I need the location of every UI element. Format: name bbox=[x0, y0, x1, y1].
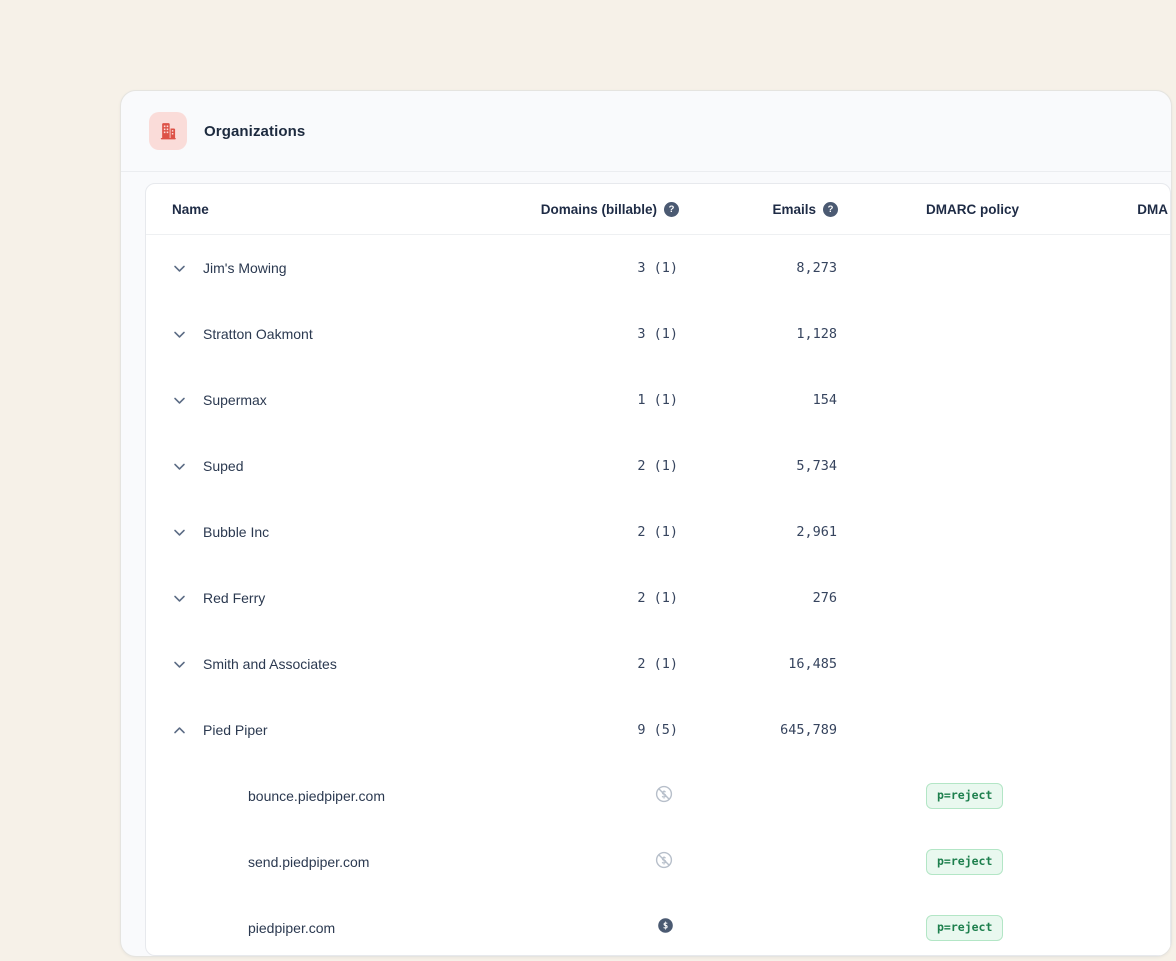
domain-row[interactable]: bounce.piedpiper.com $ p=reject bbox=[146, 763, 1170, 829]
domain-row[interactable]: piedpiper.com $ p=reject bbox=[146, 895, 1170, 956]
emails-value: 2,961 bbox=[679, 524, 838, 540]
column-header-emails: Emails ? bbox=[679, 202, 838, 217]
row-name: Supermax bbox=[203, 392, 267, 408]
billable-status-cell: $ bbox=[519, 850, 679, 875]
domains-value: 2 (1) bbox=[519, 590, 679, 606]
org-row[interactable]: Stratton Oakmont 3 (1) 1,128 bbox=[146, 301, 1170, 367]
column-header-domains-label: Domains (billable) bbox=[541, 202, 657, 217]
panel-header: Organizations bbox=[121, 91, 1171, 172]
page: { "panel": { "title": "Organizations", "… bbox=[0, 0, 1176, 961]
domains-value: 1 (1) bbox=[519, 392, 679, 408]
org-row[interactable]: Smith and Associates 2 (1) 16,485 bbox=[146, 631, 1170, 697]
svg-text:$: $ bbox=[663, 922, 668, 932]
org-name-cell: Red Ferry bbox=[146, 590, 519, 606]
org-name-cell: Jim's Mowing bbox=[146, 260, 519, 276]
org-row[interactable]: Pied Piper 9 (5) 645,789 bbox=[146, 697, 1170, 763]
column-header-dmarc-clipped-label: DMA bbox=[1137, 202, 1168, 217]
domains-value: 2 (1) bbox=[519, 656, 679, 672]
organizations-table: Name Domains (billable) ? Emails ? DMARC… bbox=[145, 183, 1171, 956]
organizations-building-icon bbox=[149, 112, 187, 150]
dmarc-policy-cell: p=reject bbox=[838, 849, 1084, 875]
org-name-cell: Stratton Oakmont bbox=[146, 326, 519, 342]
dmarc-badge: p=reject bbox=[926, 915, 1003, 941]
billable-icon: $ bbox=[657, 917, 674, 939]
not-billable-icon: $ bbox=[654, 784, 674, 809]
row-name: Bubble Inc bbox=[203, 524, 269, 540]
not-billable-icon: $ bbox=[654, 850, 674, 875]
subrow-name: bounce.piedpiper.com bbox=[248, 788, 385, 804]
org-name-cell: Supermax bbox=[146, 392, 519, 408]
org-row[interactable]: Red Ferry 2 (1) 276 bbox=[146, 565, 1170, 631]
row-name: Suped bbox=[203, 458, 243, 474]
domains-value: 2 (1) bbox=[519, 524, 679, 540]
expand-chevron-icon[interactable] bbox=[172, 591, 187, 606]
table-body: Jim's Mowing 3 (1) 8,273 Stratton Oakmon… bbox=[146, 235, 1170, 956]
expand-chevron-icon[interactable] bbox=[172, 525, 187, 540]
row-name: Pied Piper bbox=[203, 722, 268, 738]
emails-value: 16,485 bbox=[679, 656, 838, 672]
domains-value: 2 (1) bbox=[519, 458, 679, 474]
dmarc-policy-cell: p=reject bbox=[838, 783, 1084, 809]
emails-value: 154 bbox=[679, 392, 838, 408]
row-name: Smith and Associates bbox=[203, 656, 337, 672]
row-name: Jim's Mowing bbox=[203, 260, 287, 276]
domain-row[interactable]: send.piedpiper.com $ p=reject bbox=[146, 829, 1170, 895]
expand-chevron-icon[interactable] bbox=[172, 723, 187, 738]
expand-chevron-icon[interactable] bbox=[172, 261, 187, 276]
organizations-panel: Organizations Name Domains (billable) ? … bbox=[120, 90, 1172, 957]
column-header-name-label: Name bbox=[172, 202, 209, 217]
org-name-cell: Bubble Inc bbox=[146, 524, 519, 540]
column-header-domains: Domains (billable) ? bbox=[519, 202, 679, 217]
dmarc-badge: p=reject bbox=[926, 849, 1003, 875]
domains-value: 9 (5) bbox=[519, 722, 679, 738]
row-name: Stratton Oakmont bbox=[203, 326, 313, 342]
column-header-dmarc-clipped: DMA bbox=[1084, 202, 1170, 217]
column-header-dmarc-policy-label: DMARC policy bbox=[926, 202, 1019, 217]
expand-chevron-icon[interactable] bbox=[172, 327, 187, 342]
emails-help-icon[interactable]: ? bbox=[823, 202, 838, 217]
domains-help-icon[interactable]: ? bbox=[664, 202, 679, 217]
domains-value: 3 (1) bbox=[519, 326, 679, 342]
column-header-name: Name bbox=[146, 202, 519, 217]
dmarc-policy-cell: p=reject bbox=[838, 915, 1084, 941]
domain-name-cell: bounce.piedpiper.com bbox=[146, 788, 519, 804]
expand-chevron-icon[interactable] bbox=[172, 657, 187, 672]
expand-chevron-icon[interactable] bbox=[172, 459, 187, 474]
expand-chevron-icon[interactable] bbox=[172, 393, 187, 408]
org-row[interactable]: Jim's Mowing 3 (1) 8,273 bbox=[146, 235, 1170, 301]
domain-name-cell: send.piedpiper.com bbox=[146, 854, 519, 870]
org-row[interactable]: Supermax 1 (1) 154 bbox=[146, 367, 1170, 433]
billable-status-cell: $ bbox=[519, 784, 679, 809]
emails-value: 276 bbox=[679, 590, 838, 606]
table-header-row: Name Domains (billable) ? Emails ? DMARC… bbox=[146, 184, 1170, 235]
billable-status-cell: $ bbox=[519, 917, 679, 939]
emails-value: 8,273 bbox=[679, 260, 838, 276]
org-row[interactable]: Suped 2 (1) 5,734 bbox=[146, 433, 1170, 499]
org-name-cell: Suped bbox=[146, 458, 519, 474]
dmarc-badge: p=reject bbox=[926, 783, 1003, 809]
org-name-cell: Pied Piper bbox=[146, 722, 519, 738]
org-name-cell: Smith and Associates bbox=[146, 656, 519, 672]
panel-title: Organizations bbox=[204, 123, 305, 140]
emails-value: 645,789 bbox=[679, 722, 838, 738]
column-header-dmarc-policy: DMARC policy bbox=[838, 202, 1084, 217]
emails-value: 5,734 bbox=[679, 458, 838, 474]
emails-value: 1,128 bbox=[679, 326, 838, 342]
org-row[interactable]: Bubble Inc 2 (1) 2,961 bbox=[146, 499, 1170, 565]
subrow-name: send.piedpiper.com bbox=[248, 854, 369, 870]
subrow-name: piedpiper.com bbox=[248, 920, 335, 936]
column-header-emails-label: Emails bbox=[772, 202, 816, 217]
row-name: Red Ferry bbox=[203, 590, 265, 606]
domains-value: 3 (1) bbox=[519, 260, 679, 276]
domain-name-cell: piedpiper.com bbox=[146, 920, 519, 936]
